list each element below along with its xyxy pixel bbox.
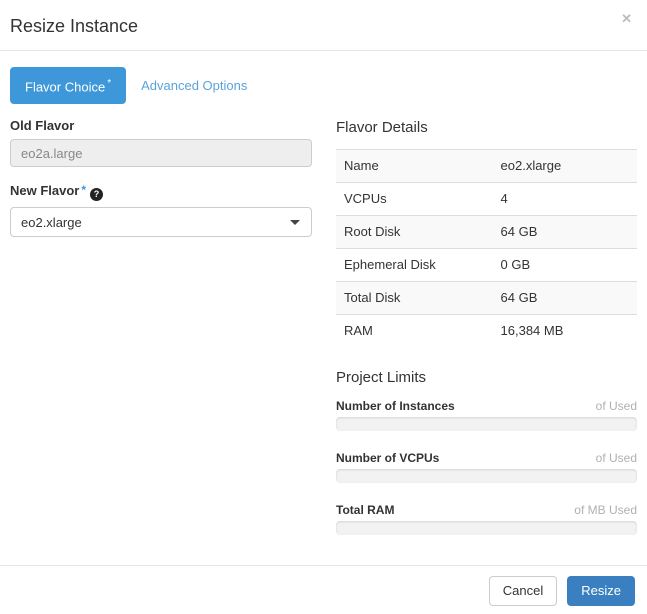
limit-label: Number of VCPUs — [336, 451, 439, 465]
resize-button[interactable]: Resize — [567, 576, 635, 606]
flavor-details-table: Name eo2.xlarge VCPUs 4 Root Disk 64 GB … — [336, 149, 637, 347]
modal-body: Flavor Choice* Advanced Options Old Flav… — [0, 51, 647, 565]
old-flavor-label: Old Flavor — [10, 118, 312, 133]
tab-advanced-options[interactable]: Advanced Options — [126, 69, 262, 103]
left-column: Flavor Choice* Advanced Options Old Flav… — [10, 51, 312, 565]
ram-progress-bar — [336, 521, 637, 535]
limit-header: Number of VCPUs of Used — [336, 451, 637, 465]
close-icon[interactable]: ✕ — [621, 12, 632, 26]
row-value: 0 GB — [493, 249, 637, 282]
limit-header: Total RAM of MB Used — [336, 503, 637, 517]
new-flavor-label-text: New Flavor — [10, 183, 79, 198]
new-flavor-select-wrap: eo2.xlarge — [10, 207, 312, 237]
row-value: eo2.xlarge — [493, 150, 637, 183]
table-row: Total Disk 64 GB — [336, 282, 637, 315]
row-label: Total Disk — [336, 282, 493, 315]
table-row: Root Disk 64 GB — [336, 216, 637, 249]
limit-instances: Number of Instances of Used — [336, 399, 637, 431]
row-value: 16,384 MB — [493, 315, 637, 348]
row-label: Ephemeral Disk — [336, 249, 493, 282]
limit-ram: Total RAM of MB Used — [336, 503, 637, 535]
cancel-button[interactable]: Cancel — [489, 576, 557, 606]
tab-flavor-choice[interactable]: Flavor Choice* — [10, 67, 126, 104]
old-flavor-label-text: Old Flavor — [10, 118, 74, 133]
limit-header: Number of Instances of Used — [336, 399, 637, 413]
flavor-details-heading: Flavor Details — [336, 119, 637, 137]
question-circle-icon[interactable]: ? — [90, 188, 103, 201]
row-label: VCPUs — [336, 183, 493, 216]
right-column: Flavor Details Name eo2.xlarge VCPUs 4 R… — [336, 51, 637, 565]
vcpus-progress-bar — [336, 469, 637, 483]
limit-label: Total RAM — [336, 503, 394, 517]
table-row: RAM 16,384 MB — [336, 315, 637, 348]
limit-usage: of MB Used — [574, 503, 637, 517]
tab-bar: Flavor Choice* Advanced Options — [10, 67, 312, 104]
limit-vcpus: Number of VCPUs of Used — [336, 451, 637, 483]
instances-progress-bar — [336, 417, 637, 431]
row-label: Root Disk — [336, 216, 493, 249]
new-flavor-label: New Flavor*? — [10, 183, 312, 201]
row-value: 4 — [493, 183, 637, 216]
limit-usage: of Used — [596, 451, 637, 465]
table-row: Name eo2.xlarge — [336, 150, 637, 183]
page-title: Resize Instance — [10, 15, 138, 37]
required-marker: * — [107, 78, 111, 89]
limit-usage: of Used — [596, 399, 637, 413]
tab-advanced-options-label: Advanced Options — [141, 78, 247, 93]
required-marker: * — [81, 183, 86, 197]
table-row: VCPUs 4 — [336, 183, 637, 216]
row-value: 64 GB — [493, 282, 637, 315]
resize-instance-modal: Resize Instance ✕ Flavor Choice* Advance… — [0, 0, 647, 614]
table-row: Ephemeral Disk 0 GB — [336, 249, 637, 282]
modal-header: Resize Instance ✕ — [0, 0, 647, 51]
row-label: RAM — [336, 315, 493, 348]
row-label: Name — [336, 150, 493, 183]
modal-footer: Cancel Resize — [0, 565, 647, 614]
limit-label: Number of Instances — [336, 399, 455, 413]
row-value: 64 GB — [493, 216, 637, 249]
project-limits-heading: Project Limits — [336, 369, 637, 387]
old-flavor-field — [10, 139, 312, 167]
new-flavor-select[interactable]: eo2.xlarge — [10, 207, 312, 237]
tab-flavor-choice-label: Flavor Choice — [25, 79, 105, 94]
